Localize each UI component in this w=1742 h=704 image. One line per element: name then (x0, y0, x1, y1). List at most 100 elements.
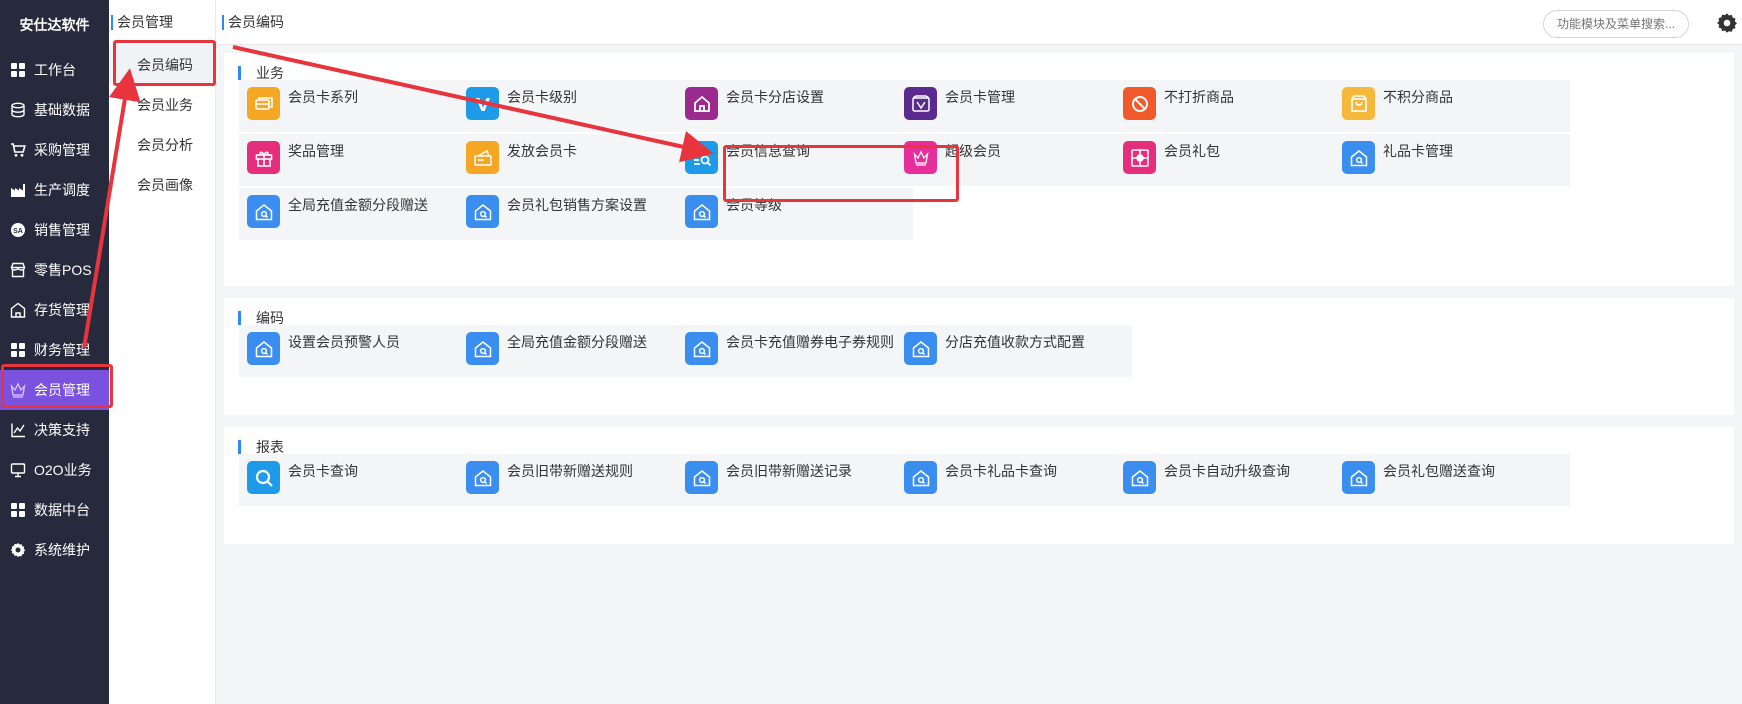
submenu-item-member-code[interactable]: 会员编码 (109, 45, 215, 85)
feature-tile-label: 会员卡级别 (507, 89, 577, 105)
sidebar-item-11[interactable]: 数据中台 (0, 490, 109, 530)
sidebar-item-9[interactable]: 决策支持 (0, 410, 109, 450)
gift-icon (247, 141, 280, 174)
feature-tile[interactable]: 会员旧带新赠送规则 (458, 454, 694, 506)
feature-tile-label: 会员卡礼品卡查询 (945, 463, 1057, 479)
crown-icon (9, 381, 27, 399)
feature-tile[interactable]: 会员礼包销售方案设置 (458, 188, 694, 240)
gear-icon (9, 541, 27, 559)
brand-logo-text: 安仕达软件 (19, 17, 90, 33)
sidebar-item-label: 销售管理 (34, 222, 90, 238)
home-search-icon (685, 195, 718, 228)
sidebar-item-10[interactable]: O2O业务 (0, 450, 109, 490)
top-bar: 会员编码 (216, 0, 1742, 45)
feature-tile[interactable]: 奖品管理 (239, 134, 475, 186)
sidebar-item-label: 存货管理 (34, 302, 90, 318)
svg-text:SA: SA (13, 228, 23, 235)
sidebar-item-7[interactable]: 财务管理 (0, 330, 109, 370)
feature-tile-label: 会员礼包 (1164, 143, 1220, 159)
sidebar-item-label: 会员管理 (34, 382, 90, 398)
feature-tile[interactable]: 会员卡礼品卡查询 (896, 454, 1132, 506)
feature-tile[interactable]: 全局充值金额分段赠送 (239, 188, 475, 240)
submenu-item-member-business[interactable]: 会员业务 (109, 85, 215, 125)
sidebar-item-label: 生产调度 (34, 182, 90, 198)
feature-tile[interactable]: 超级会员 (896, 134, 1132, 186)
feature-tile[interactable]: 设置会员预警人员 (239, 325, 475, 377)
gift-pack-icon (1123, 141, 1156, 174)
feature-tile[interactable]: 礼品卡管理 (1334, 134, 1570, 186)
feature-tile[interactable]: 会员等级 (677, 188, 913, 240)
sidebar-item-6[interactable]: 存货管理 (0, 290, 109, 330)
feature-tile-label: 全局充值金额分段赠送 (288, 197, 428, 213)
home-search-icon (685, 332, 718, 365)
feature-tile-label: 会员旧带新赠送记录 (726, 463, 852, 479)
feature-tile[interactable]: 会员信息查询 (677, 134, 913, 186)
feature-tile-label: 会员礼包赠送查询 (1383, 463, 1495, 479)
sidebar-item-12[interactable]: 系统维护 (0, 530, 109, 570)
home-search-icon (466, 461, 499, 494)
feature-tile[interactable]: 会员礼包赠送查询 (1334, 454, 1570, 506)
member-search-icon (685, 141, 718, 174)
feature-tile[interactable]: 会员礼包 (1115, 134, 1351, 186)
menu-search-input[interactable] (1543, 10, 1689, 38)
feature-tile[interactable]: 会员卡级别 (458, 80, 694, 132)
feature-tile[interactable]: 会员卡自动升级查询 (1115, 454, 1351, 506)
feature-tile-label: 设置会员预警人员 (288, 334, 400, 350)
feature-tile[interactable]: 会员卡系列 (239, 80, 475, 132)
feature-tile[interactable]: 发放会员卡 (458, 134, 694, 186)
search-icon (247, 461, 280, 494)
settings-gear-icon[interactable] (1716, 12, 1738, 34)
feature-tile-label: 会员卡充值赠券电子券规则 (726, 334, 894, 350)
feature-tile-label: 会员卡自动升级查询 (1164, 463, 1290, 479)
store-icon (9, 261, 27, 279)
factory-icon (9, 181, 27, 199)
feature-tile[interactable]: 会员卡分店设置 (677, 80, 913, 132)
sidebar-item-5[interactable]: 零售POS (0, 250, 109, 290)
feature-tile-label: 不积分商品 (1383, 89, 1453, 105)
store-setting-icon (685, 87, 718, 120)
section-coding: 编码 设置会员预警人员 全局充值金额分段赠送 会员卡充值赠券电子券规则 分店充值收款方… (224, 298, 1734, 415)
sidebar-item-3[interactable]: 生产调度 (0, 170, 109, 210)
home-search-icon (1342, 141, 1375, 174)
feature-tile[interactable]: 会员卡管理 (896, 80, 1132, 132)
sidebar-item-label: 财务管理 (34, 342, 90, 358)
sidebar-item-label: 数据中台 (34, 502, 90, 518)
chart-icon (9, 421, 27, 439)
sidebar-item-2[interactable]: 采购管理 (0, 130, 109, 170)
sidebar-item-4[interactable]: SA 销售管理 (0, 210, 109, 250)
bag-icon (1342, 87, 1375, 120)
feature-tile-label: 超级会员 (945, 143, 1001, 159)
sidebar-item-1[interactable]: 基础数据 (0, 90, 109, 130)
grid-icon (9, 61, 27, 79)
sidebar-item-label: 零售POS (34, 262, 92, 278)
warehouse-icon (9, 301, 27, 319)
feature-tile-label: 会员旧带新赠送规则 (507, 463, 633, 479)
feature-tile[interactable]: 会员卡查询 (239, 454, 475, 506)
feature-tile-label: 会员礼包销售方案设置 (507, 197, 647, 213)
section-reports: 报表 会员卡查询 会员旧带新赠送规则 会员旧带新赠送记录 会员卡礼品卡查询 会员卡自动升… (224, 427, 1734, 544)
feature-tile[interactable]: 全局充值金额分段赠送 (458, 325, 694, 377)
home-search-icon (247, 332, 280, 365)
feature-tile-label: 会员卡分店设置 (726, 89, 824, 105)
sidebar-item-8[interactable]: 会员管理 (0, 370, 109, 410)
crown-icon (904, 141, 937, 174)
breadcrumb[interactable]: 会员编码 (222, 0, 284, 45)
submenu-item-member-portrait[interactable]: 会员画像 (109, 165, 215, 205)
submenu-item-member-analysis[interactable]: 会员分析 (109, 125, 215, 165)
home-search-icon (466, 195, 499, 228)
feature-tile[interactable]: 不打折商品 (1115, 80, 1351, 132)
feature-tile[interactable]: 不积分商品 (1334, 80, 1570, 132)
home-search-icon (1342, 461, 1375, 494)
feature-tile-label: 会员卡管理 (945, 89, 1015, 105)
feature-tile[interactable]: 会员卡充值赠券电子券规则 (677, 325, 913, 377)
sidebar-item-label: 采购管理 (34, 142, 90, 158)
sidebar-item-0[interactable]: 工作台 (0, 50, 109, 90)
home-search-icon (904, 332, 937, 365)
sales-icon: SA (9, 221, 27, 239)
sidebar-item-label: 工作台 (34, 62, 76, 78)
cart-icon (9, 141, 27, 159)
feature-tile-label: 全局充值金额分段赠送 (507, 334, 647, 350)
monitor-icon (9, 461, 27, 479)
feature-tile[interactable]: 分店充值收款方式配置 (896, 325, 1132, 377)
feature-tile[interactable]: 会员旧带新赠送记录 (677, 454, 913, 506)
